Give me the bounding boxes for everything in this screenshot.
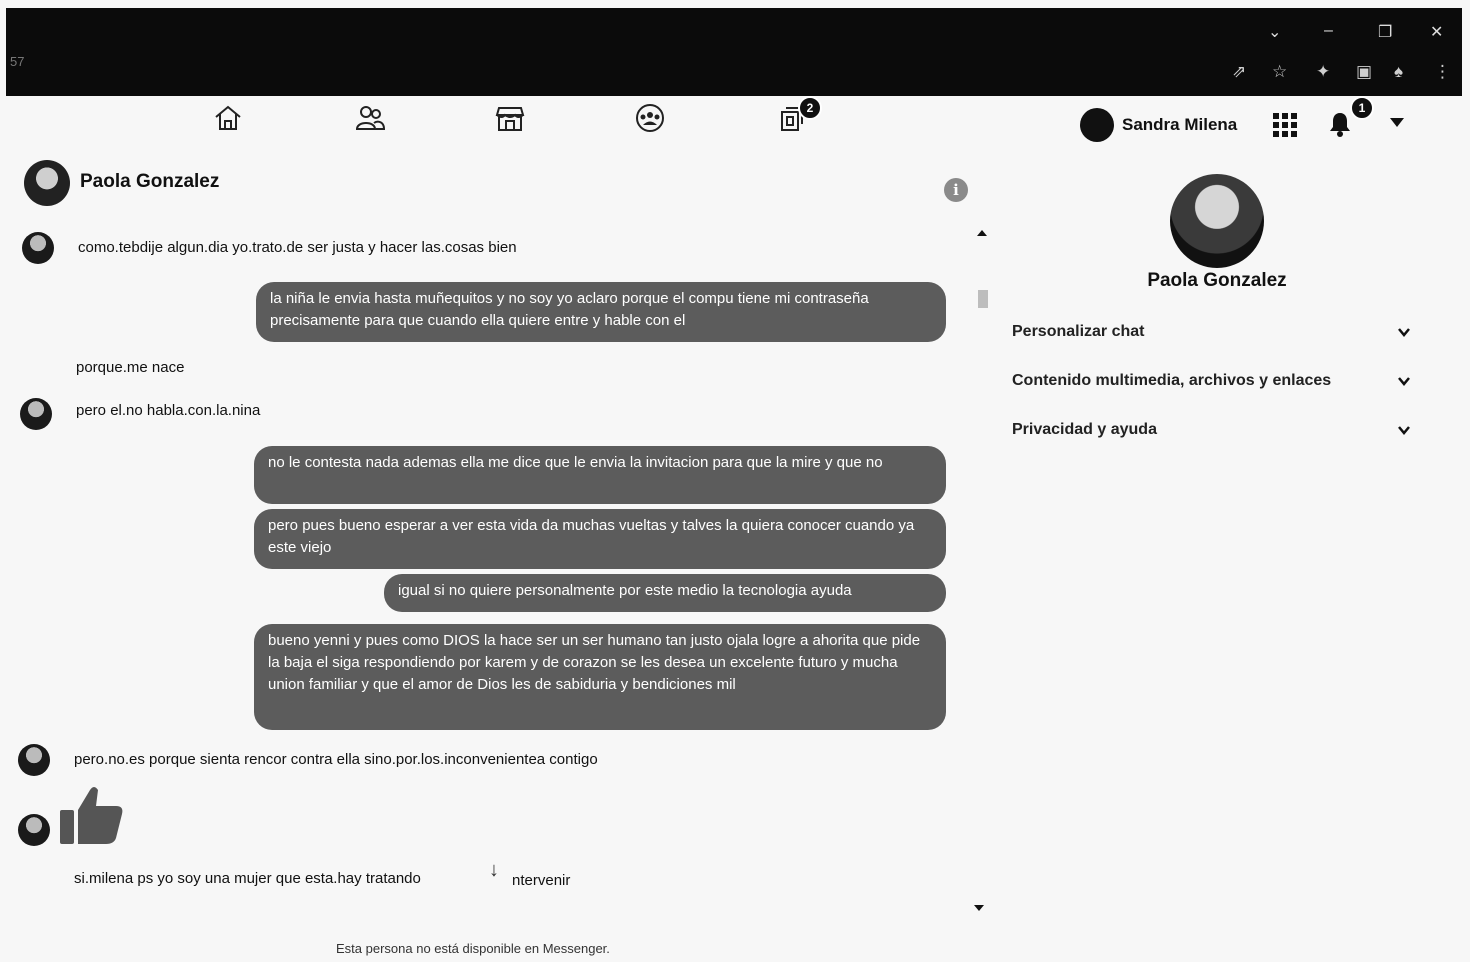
- avatar[interactable]: [18, 814, 50, 846]
- home-icon[interactable]: [208, 100, 248, 136]
- privacy-help-label: Privacidad y ayuda: [1012, 421, 1157, 438]
- media-files-links-label: Contenido multimedia, archivos y enlaces: [1012, 372, 1332, 389]
- avatar[interactable]: [20, 398, 52, 430]
- message-outgoing: bueno yenni y pues como DIOS la hace ser…: [254, 624, 946, 730]
- account-profile-button[interactable]: Sandra Milena: [1080, 108, 1237, 142]
- profile-name[interactable]: Paola Gonzalez: [1100, 270, 1334, 292]
- menu-grid-icon[interactable]: [1272, 112, 1298, 138]
- close-icon[interactable]: ✕: [1430, 22, 1443, 42]
- scrollbar-thumb[interactable]: [978, 290, 988, 308]
- message-incoming: pero.no.es porque sienta rencor contra e…: [74, 751, 598, 768]
- message-outgoing: la niña le envia hasta muñequitos y no s…: [256, 282, 946, 342]
- privacy-help-row[interactable]: Privacidad y ayuda: [1012, 415, 1412, 445]
- media-files-links-row[interactable]: Contenido multimedia, archivos y enlaces: [1012, 366, 1412, 396]
- tab-number: 57: [10, 54, 25, 69]
- chevron-down-icon[interactable]: ⌄: [1268, 22, 1281, 42]
- scroll-up-icon[interactable]: [977, 230, 987, 236]
- browser-chrome: 57 ⌄ – ❐ ✕ ⇗ ☆ ✦ ▣ ♠ ⋮: [6, 8, 1462, 96]
- extensions-icon[interactable]: ✦: [1316, 62, 1330, 82]
- avatar[interactable]: [22, 232, 54, 264]
- conversation-avatar[interactable]: [24, 160, 70, 206]
- notifications-bell-icon[interactable]: [1326, 110, 1354, 138]
- groups-icon[interactable]: [630, 100, 670, 136]
- unavailable-notice: Esta persona no está disponible en Messe…: [336, 941, 610, 956]
- message-outgoing: no le contesta nada ademas ella me dice …: [254, 446, 946, 504]
- menu-icon[interactable]: ⋮: [1434, 62, 1451, 82]
- info-icon[interactable]: i: [944, 178, 968, 202]
- chevron-down-icon: [1398, 377, 1410, 386]
- chevron-down-icon: [1398, 328, 1410, 337]
- message-incoming: porque.me nace: [76, 359, 185, 376]
- account-menu-caret-icon[interactable]: [1390, 118, 1404, 127]
- avatar[interactable]: [18, 744, 50, 776]
- marketplace-icon[interactable]: [490, 100, 530, 136]
- customize-chat-label: Personalizar chat: [1012, 323, 1145, 340]
- notifications-badge: 1: [1350, 96, 1374, 120]
- friends-icon[interactable]: [350, 100, 390, 136]
- message-incoming: como.tebdije algun.dia yo.trato.de ser j…: [78, 239, 517, 256]
- chevron-down-icon: [1398, 426, 1410, 435]
- message-incoming: si.milena ps yo soy una mujer que esta.h…: [74, 870, 421, 887]
- bell-icon[interactable]: ♠: [1394, 62, 1403, 82]
- conversation-title[interactable]: Paola Gonzalez: [80, 171, 219, 193]
- user-name: Sandra Milena: [1122, 115, 1238, 134]
- minimize-icon[interactable]: –: [1324, 22, 1333, 40]
- thumbs-up-icon: [58, 784, 126, 846]
- message-outgoing: igual si no quiere personalmente por est…: [384, 574, 946, 612]
- avatar: [1080, 108, 1114, 142]
- gaming-badge: 2: [798, 96, 822, 120]
- restore-icon[interactable]: ❐: [1378, 22, 1392, 42]
- scroll-to-bottom-icon[interactable]: ↓: [480, 856, 508, 884]
- profile-avatar[interactable]: [1170, 174, 1264, 268]
- message-incoming: pero el.no habla.con.la.nina: [76, 402, 261, 419]
- share-icon[interactable]: ⇗: [1232, 62, 1246, 82]
- profile-icon[interactable]: ▣: [1356, 62, 1372, 82]
- star-icon[interactable]: ☆: [1272, 62, 1287, 82]
- message-outgoing: pero pues bueno esperar a ver esta vida …: [254, 509, 946, 569]
- scroll-down-arrow-icon[interactable]: [974, 905, 984, 911]
- message-incoming: ntervenir: [512, 872, 571, 889]
- customize-chat-row[interactable]: Personalizar chat: [1012, 317, 1412, 347]
